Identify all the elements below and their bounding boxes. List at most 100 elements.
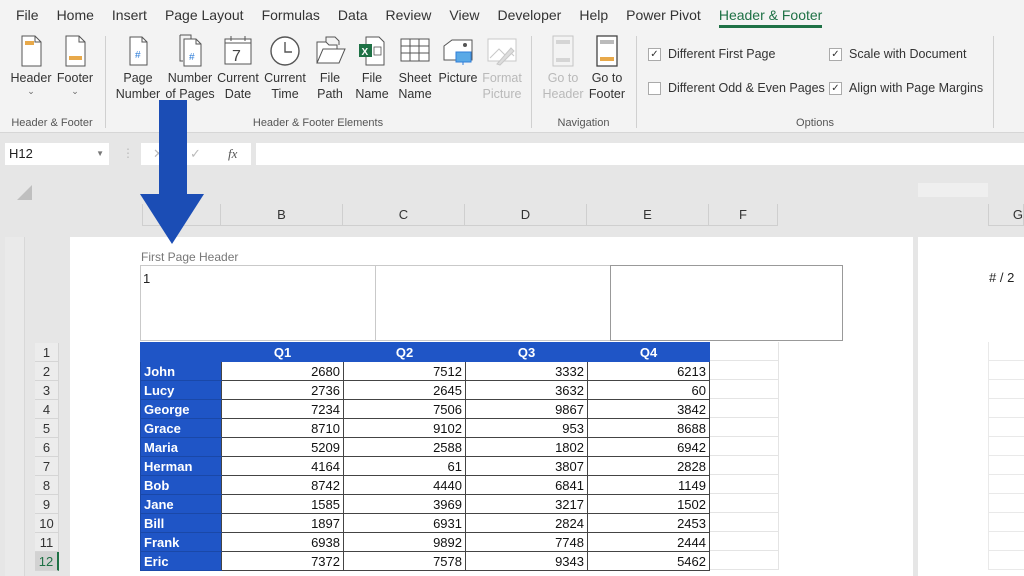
value-cell[interactable]: 7372 — [221, 551, 344, 571]
current-time-button[interactable]: Current Time — [261, 34, 309, 102]
name-cell[interactable]: Frank — [140, 532, 222, 552]
name-cell[interactable]: Maria — [140, 437, 222, 457]
go-to-footer-button[interactable]: Go to Footer — [583, 34, 631, 102]
value-cell[interactable]: 7748 — [465, 532, 588, 552]
empty-cell[interactable] — [710, 380, 779, 399]
value-cell[interactable]: 3332 — [465, 361, 588, 381]
value-cell[interactable]: 1802 — [465, 437, 588, 457]
value-cell[interactable]: 9102 — [343, 418, 466, 438]
value-cell[interactable]: 2680 — [221, 361, 344, 381]
value-cell[interactable]: 7506 — [343, 399, 466, 419]
tab-formulas[interactable]: Formulas — [253, 0, 329, 30]
row-header[interactable]: 3 — [35, 381, 59, 400]
empty-cell[interactable] — [988, 380, 1024, 399]
formula-input[interactable] — [256, 143, 1024, 165]
number-of-pages-button[interactable]: # Number of Pages — [164, 34, 216, 102]
tab-home[interactable]: Home — [48, 0, 103, 30]
value-cell[interactable]: 5209 — [221, 437, 344, 457]
tab-review[interactable]: Review — [377, 0, 441, 30]
empty-cell[interactable] — [710, 494, 779, 513]
empty-cell[interactable] — [710, 418, 779, 437]
value-cell[interactable]: 8710 — [221, 418, 344, 438]
empty-cell[interactable] — [988, 361, 1024, 380]
row-header[interactable]: 12 — [35, 552, 59, 571]
value-cell[interactable]: 2444 — [587, 532, 710, 552]
row-header[interactable]: 8 — [35, 476, 59, 495]
value-cell[interactable]: 7512 — [343, 361, 466, 381]
header-button[interactable]: Header ⌄ — [7, 34, 55, 96]
tab-view[interactable]: View — [440, 0, 488, 30]
file-path-button[interactable]: File Path — [306, 34, 354, 102]
value-cell[interactable]: 953 — [465, 418, 588, 438]
name-cell[interactable]: Lucy — [140, 380, 222, 400]
header-center-section[interactable] — [375, 265, 610, 341]
value-cell[interactable]: 3842 — [587, 399, 710, 419]
value-cell[interactable]: 6931 — [343, 513, 466, 533]
different-first-page-checkbox[interactable]: ✓ Different First Page — [648, 47, 775, 61]
name-cell[interactable]: Bill — [140, 513, 222, 533]
tab-help[interactable]: Help — [570, 0, 617, 30]
row-header[interactable]: 10 — [35, 514, 59, 533]
value-cell[interactable]: 1502 — [587, 494, 710, 514]
table-header-cell[interactable]: Q3 — [465, 342, 588, 362]
drag-handle-icon[interactable]: ⋮ — [122, 146, 134, 160]
column-header-e[interactable]: E — [587, 204, 709, 226]
insert-function-icon[interactable]: fx — [228, 146, 237, 162]
table-header-cell[interactable]: Q2 — [343, 342, 466, 362]
column-header-c[interactable]: C — [343, 204, 465, 226]
header-right-section[interactable] — [610, 265, 843, 341]
value-cell[interactable]: 5462 — [587, 551, 710, 571]
table-header-cell[interactable]: Q4 — [587, 342, 710, 362]
empty-cell[interactable] — [710, 513, 779, 532]
value-cell[interactable]: 3807 — [465, 456, 588, 476]
row-header[interactable]: 11 — [35, 533, 59, 552]
file-name-button[interactable]: X File Name — [348, 34, 396, 102]
empty-cell[interactable] — [710, 456, 779, 475]
column-header-f[interactable]: F — [709, 204, 778, 226]
value-cell[interactable]: 1897 — [221, 513, 344, 533]
tab-developer[interactable]: Developer — [489, 0, 571, 30]
tab-data[interactable]: Data — [329, 0, 377, 30]
column-header-b[interactable]: B — [221, 204, 343, 226]
value-cell[interactable]: 2824 — [465, 513, 588, 533]
empty-cell[interactable] — [710, 475, 779, 494]
name-cell[interactable]: Grace — [140, 418, 222, 438]
value-cell[interactable]: 3632 — [465, 380, 588, 400]
value-cell[interactable]: 61 — [343, 456, 466, 476]
name-cell[interactable]: George — [140, 399, 222, 419]
empty-cell[interactable] — [710, 532, 779, 551]
tab-file[interactable]: File — [0, 0, 48, 30]
name-cell[interactable]: Eric — [140, 551, 222, 571]
table-header-cell[interactable]: Q1 — [221, 342, 344, 362]
different-odd-even-checkbox[interactable]: Different Odd & Even Pages — [648, 81, 825, 95]
sheet-name-button[interactable]: Sheet Name — [391, 34, 439, 102]
value-cell[interactable]: 2453 — [587, 513, 710, 533]
value-cell[interactable]: 2828 — [587, 456, 710, 476]
value-cell[interactable]: 9892 — [343, 532, 466, 552]
go-to-header-button[interactable]: Go to Header — [539, 34, 587, 102]
format-picture-button[interactable]: Format Picture — [478, 34, 526, 102]
empty-cell[interactable] — [988, 342, 1024, 361]
row-header[interactable]: 1 — [35, 343, 59, 362]
current-date-button[interactable]: 7 Current Date — [214, 34, 262, 102]
value-cell[interactable]: 60 — [587, 380, 710, 400]
value-cell[interactable]: 6938 — [221, 532, 344, 552]
value-cell[interactable]: 3217 — [465, 494, 588, 514]
picture-button[interactable]: Picture — [434, 34, 482, 86]
value-cell[interactable]: 2645 — [343, 380, 466, 400]
name-cell[interactable]: Herman — [140, 456, 222, 476]
empty-cell[interactable] — [988, 494, 1024, 513]
row-header[interactable]: 4 — [35, 400, 59, 419]
footer-button[interactable]: Footer ⌄ — [51, 34, 99, 96]
value-cell[interactable]: 9343 — [465, 551, 588, 571]
page-number-button[interactable]: # Page Number — [114, 34, 162, 102]
tab-power-pivot[interactable]: Power Pivot — [617, 0, 710, 30]
value-cell[interactable]: 2736 — [221, 380, 344, 400]
name-cell[interactable]: John — [140, 361, 222, 381]
value-cell[interactable]: 4164 — [221, 456, 344, 476]
value-cell[interactable]: 6841 — [465, 475, 588, 495]
tab-header-footer[interactable]: Header & Footer — [710, 0, 832, 30]
empty-cell[interactable] — [988, 532, 1024, 551]
table-header-cell[interactable] — [140, 342, 222, 362]
value-cell[interactable]: 2588 — [343, 437, 466, 457]
